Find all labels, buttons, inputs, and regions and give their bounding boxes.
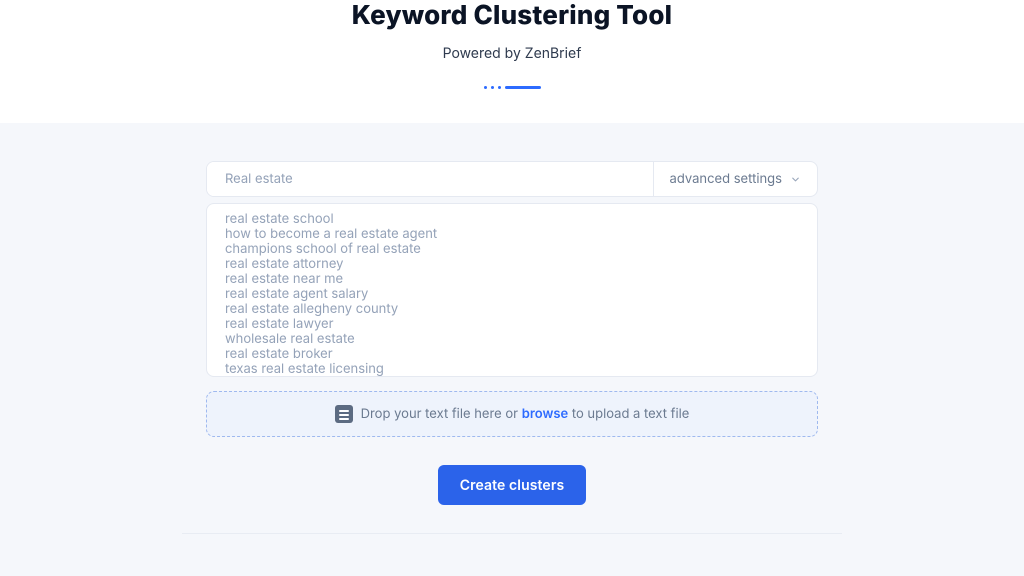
chevron-down-icon — [790, 169, 801, 189]
advanced-settings-label: advanced settings — [670, 171, 782, 187]
list-item: real estate near me — [225, 272, 799, 287]
dropzone-text: Drop your text file here or browse to up… — [361, 406, 690, 422]
list-item: wholesale real estate — [225, 332, 799, 347]
list-item: texas real estate licensing — [225, 362, 799, 377]
create-clusters-button[interactable]: Create clusters — [438, 465, 587, 505]
file-dropzone[interactable]: Drop your text file here or browse to up… — [206, 391, 818, 437]
file-text-icon — [335, 405, 353, 423]
advanced-settings-toggle[interactable]: advanced settings — [654, 162, 817, 196]
list-item: real estate agent salary — [225, 287, 799, 302]
list-item: real estate lawyer — [225, 317, 799, 332]
list-item: how to become a real estate agent — [225, 227, 799, 242]
list-item: real estate allegheny county — [225, 302, 799, 317]
browse-link[interactable]: browse — [522, 406, 568, 422]
keyword-input[interactable] — [207, 162, 653, 196]
list-item: real estate school — [225, 212, 799, 227]
dropzone-pre: Drop your text file here or — [361, 406, 522, 422]
list-item: real estate broker — [225, 347, 799, 362]
list-item: champions school of real estate — [225, 242, 799, 257]
dropzone-post: to upload a text file — [568, 406, 689, 422]
page-subtitle: Powered by ZenBrief — [443, 45, 582, 62]
list-item: real estate attorney — [225, 257, 799, 272]
accent-divider — [484, 86, 541, 89]
keyword-list[interactable]: real estate school how to become a real … — [206, 203, 818, 377]
page-title: Keyword Clustering Tool — [352, 0, 672, 31]
query-row: advanced settings — [206, 161, 818, 197]
footer-divider — [182, 533, 842, 534]
